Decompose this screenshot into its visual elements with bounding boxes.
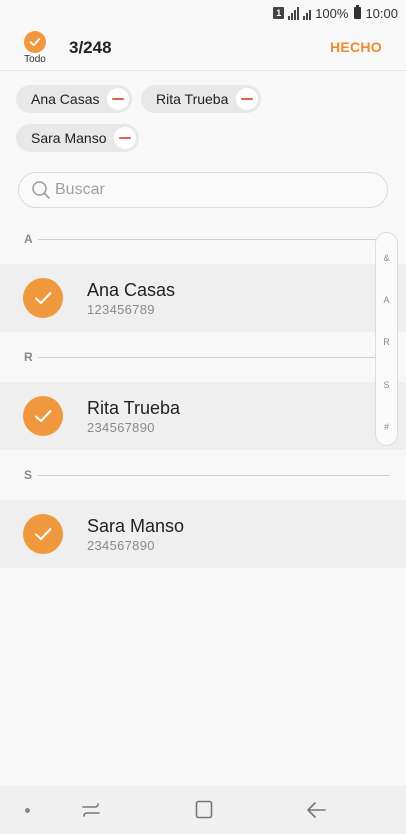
chip-label: Ana Casas [31, 91, 100, 107]
section-header-s: S [0, 464, 406, 486]
status-bar: 1 100% 10:00 [0, 0, 406, 26]
search-icon [32, 181, 50, 199]
contact-text: Rita Trueba 234567890 [87, 397, 180, 435]
done-button[interactable]: HECHO [330, 39, 382, 55]
index-item[interactable]: A [376, 295, 397, 305]
home-icon[interactable] [190, 798, 218, 822]
index-item[interactable]: R [376, 337, 397, 347]
index-item[interactable]: & [376, 253, 397, 263]
contact-text: Sara Manso 234567890 [87, 515, 184, 553]
check-icon [24, 31, 46, 53]
battery-percent: 100% [315, 5, 349, 21]
selected-chips: Ana Casas Rita Trueba Sara Manso [0, 70, 406, 161]
clock: 10:00 [365, 5, 398, 21]
index-scroller[interactable]: & A R S # [375, 232, 398, 446]
contact-number: 234567890 [87, 420, 155, 435]
selected-count: 3/248 [69, 38, 112, 57]
check-icon[interactable] [23, 278, 63, 318]
divider [38, 238, 390, 240]
chip-rita-trueba: Rita Trueba [141, 85, 262, 113]
contact-number: 234567890 [87, 538, 155, 553]
contact-row[interactable]: Sara Manso 234567890 [0, 500, 406, 568]
check-icon[interactable] [23, 396, 63, 436]
contact-name: Rita Trueba [87, 398, 181, 418]
select-all-button[interactable]: Todo [20, 31, 50, 65]
contact-number: 123456789 [87, 302, 155, 317]
index-item[interactable]: # [376, 422, 397, 432]
divider [38, 356, 390, 358]
chip-sara-manso: Sara Manso [16, 124, 140, 152]
section-header-r: R [0, 346, 406, 368]
select-all-label: Todo [24, 54, 46, 65]
contact-row[interactable]: Ana Casas 123456789 [0, 264, 406, 332]
section-letter: S [24, 468, 33, 482]
minus-icon[interactable] [114, 127, 137, 149]
divider [38, 474, 390, 476]
signal-icon-2 [303, 7, 312, 20]
section-letter: A [24, 232, 33, 246]
chip-ana-casas: Ana Casas [16, 85, 133, 113]
search-input[interactable] [55, 181, 387, 199]
contact-name: Ana Casas [87, 280, 176, 300]
contact-name: Sara Manso [87, 516, 185, 536]
section-letter: R [24, 350, 33, 364]
selection-header: Todo 3/248 HECHO [0, 26, 406, 70]
index-item[interactable]: S [376, 380, 397, 390]
signal-icon [288, 6, 300, 20]
minus-icon[interactable] [107, 88, 130, 110]
chip-label: Sara Manso [31, 130, 107, 146]
check-icon[interactable] [23, 514, 63, 554]
contact-row[interactable]: Rita Trueba 234567890 [0, 382, 406, 450]
section-header-a: A [0, 228, 406, 250]
minus-icon[interactable] [236, 88, 259, 110]
back-icon[interactable] [303, 798, 331, 822]
recents-icon[interactable] [77, 798, 105, 822]
battery-icon [354, 5, 362, 19]
sim-icon: 1 [273, 7, 285, 19]
search-bar[interactable] [18, 172, 388, 208]
navigation-bar [0, 786, 406, 834]
contact-text: Ana Casas 123456789 [87, 279, 175, 317]
chip-label: Rita Trueba [156, 91, 229, 107]
nav-dot-icon [25, 808, 30, 813]
